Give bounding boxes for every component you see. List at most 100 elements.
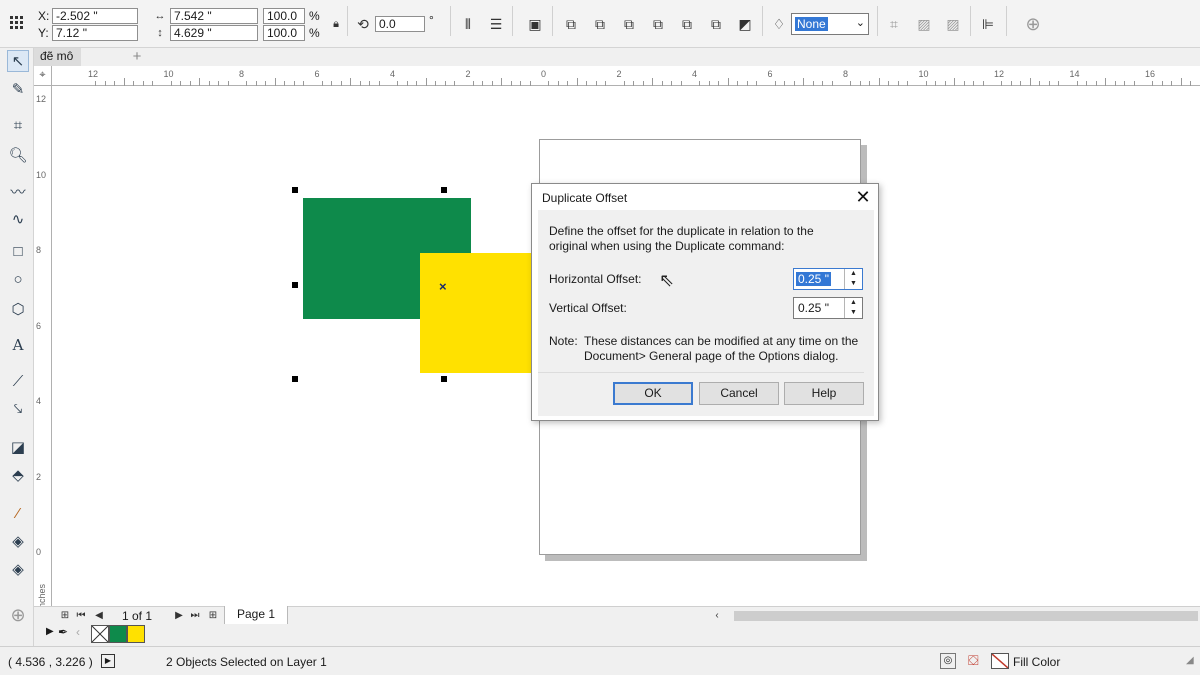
connector-tool-icon[interactable]: ⤥ <box>7 398 29 420</box>
first-page-icon[interactable]: ⏮ <box>74 608 88 624</box>
color-proof-icon[interactable]: ◎ <box>940 653 956 669</box>
spin-arrows: ▲ ▼ <box>844 298 862 318</box>
outline-width-value: None <box>795 17 828 31</box>
boundary-icon[interactable]: ◩ <box>736 15 754 33</box>
scroll-left-icon[interactable]: ‹ <box>710 608 724 624</box>
crop-tool-icon[interactable]: ⌗ <box>7 114 29 136</box>
help-button[interactable]: Help <box>784 382 864 405</box>
palette-menu-icon[interactable]: ▶ <box>46 626 54 637</box>
scrollbar-thumb[interactable] <box>734 611 1198 621</box>
horizontal-offset-value[interactable]: 0.25 " <box>796 272 831 286</box>
pick-tool-icon[interactable]: ↖ <box>7 50 29 72</box>
simplify-icon[interactable]: ⧉ <box>649 15 667 33</box>
ruler-origin-icon[interactable]: ⌖ <box>34 66 52 86</box>
spin-up-icon[interactable]: ▲ <box>845 298 862 308</box>
previous-page-icon[interactable]: ◀ <box>92 608 106 624</box>
close-icon[interactable]: ✕ <box>852 186 874 208</box>
horizontal-ruler[interactable]: 12 10 8 6 4 2 0 2 4 6 8 10 12 14 16 <box>52 66 1200 86</box>
dialog-title: Duplicate Offset <box>542 191 628 205</box>
scale-x-field[interactable]: 100.0 <box>263 8 305 24</box>
zoom-tool-icon[interactable]: 🔍︎ <box>7 144 29 166</box>
back-minus-front-icon[interactable]: ⧉ <box>707 15 725 33</box>
selection-handle[interactable] <box>292 376 298 382</box>
parallel-dimension-icon[interactable]: ⟋ <box>7 370 29 392</box>
vertical-offset-stepper[interactable]: 0.25 " ▲ ▼ <box>793 297 863 319</box>
resize-grip-icon[interactable]: ◢ <box>1186 655 1194 666</box>
add-tool-icon[interactable]: ⊕ <box>7 604 29 626</box>
horizontal-offset-label: Horizontal Offset: <box>549 272 642 286</box>
lock-ratio-icon[interactable]: 🔒︎ <box>327 15 345 33</box>
shape-tool-icon[interactable]: ✎ <box>7 78 29 100</box>
convert-icon[interactable]: ▨ <box>944 15 962 33</box>
polygon-tool-icon[interactable]: ⬡ <box>7 298 29 320</box>
quick-trace-icon[interactable]: ⌗ <box>885 15 903 33</box>
horizontal-offset-stepper[interactable]: 0.25 " ▲ ▼ <box>793 268 863 290</box>
mirror-vertical-icon[interactable]: ☰ <box>487 15 505 33</box>
color-eyedropper-icon[interactable]: ⁄ <box>7 502 29 524</box>
cursor-coordinates: ( 4.536 , 3.226 ) <box>8 655 93 669</box>
vertical-ruler[interactable]: inches 12 10 8 6 4 2 0 <box>34 86 52 610</box>
freehand-tool-icon[interactable]: 〰 <box>7 180 29 202</box>
scroll-palette-left-icon[interactable]: ‹ <box>76 625 80 639</box>
no-fill-swatch[interactable] <box>91 625 109 643</box>
group-icon[interactable]: ▣ <box>526 15 544 33</box>
intersect-icon[interactable]: ⧉ <box>620 15 638 33</box>
next-page-icon[interactable]: ▶ <box>172 608 186 624</box>
rotate-icon: ⟲ <box>357 15 369 32</box>
add-document-tab[interactable]: + <box>128 48 146 66</box>
smart-fill-icon[interactable]: ◈ <box>7 558 29 580</box>
green-swatch[interactable] <box>109 625 127 643</box>
ruler-tick-label: 2 <box>616 69 622 79</box>
yellow-swatch[interactable] <box>127 625 145 643</box>
ok-button[interactable]: OK <box>613 382 693 405</box>
x-position-field[interactable]: -2.502 " <box>52 8 138 24</box>
mirror-horizontal-icon[interactable]: ⫴ <box>459 15 477 33</box>
divider <box>538 372 864 373</box>
spin-up-icon[interactable]: ▲ <box>845 269 862 279</box>
artistic-media-icon[interactable]: ∿ <box>7 208 29 230</box>
selection-handle[interactable] <box>441 187 447 193</box>
play-icon[interactable]: ▶ <box>101 654 115 668</box>
weld-icon[interactable]: ⧉ <box>562 15 580 33</box>
interactive-fill-icon[interactable]: ◈ <box>7 530 29 552</box>
text-tool-icon[interactable]: A <box>7 334 29 356</box>
page-tab[interactable]: Page 1 <box>224 606 289 625</box>
drop-shadow-icon[interactable]: ◪ <box>7 436 29 458</box>
rotation-field[interactable]: 0.0 <box>375 16 425 32</box>
document-tab[interactable]: đẽ mô <box>34 48 82 66</box>
create-boundary-icon[interactable]: ▨ <box>915 15 933 33</box>
selection-handle[interactable] <box>292 187 298 193</box>
ruler-tick-label: 8 <box>843 69 849 79</box>
height-field[interactable]: 4.629 " <box>170 25 258 41</box>
trim-icon[interactable]: ⧉ <box>591 15 609 33</box>
add-icon[interactable]: ⊕ <box>1024 14 1042 34</box>
last-page-icon[interactable]: ⏭ <box>188 608 202 624</box>
y-position-field[interactable]: 7.12 " <box>52 25 138 41</box>
vertical-offset-value[interactable]: 0.25 " <box>796 301 831 315</box>
ruler-tick-label: 0 <box>36 547 42 557</box>
ellipse-tool-icon[interactable]: ○ <box>7 268 29 290</box>
horizontal-scrollbar[interactable] <box>726 609 1200 623</box>
spin-down-icon[interactable]: ▼ <box>845 308 862 318</box>
rectangle-tool-icon[interactable]: □ <box>7 240 29 262</box>
eyedropper-icon[interactable]: ✒ <box>58 625 68 639</box>
fill-bucket-icon[interactable]: ⛋ <box>968 652 979 669</box>
mouse-cursor-icon: ⇖ <box>659 270 675 290</box>
transparency-tool-icon[interactable]: ⬘ <box>7 464 29 486</box>
ruler-tick-label: 6 <box>36 320 42 331</box>
outline-width-select[interactable]: None ⌄ <box>791 13 869 35</box>
spin-down-icon[interactable]: ▼ <box>845 279 862 289</box>
add-page-after-icon[interactable]: ⊞ <box>206 608 220 624</box>
scale-y-field[interactable]: 100.0 <box>263 25 305 41</box>
width-field[interactable]: 7.542 " <box>170 8 258 24</box>
rotation-center-icon[interactable]: × <box>439 279 447 294</box>
align-distribute-icon[interactable]: ⊫ <box>979 15 997 33</box>
add-page-before-icon[interactable]: ⊞ <box>58 608 72 624</box>
object-origin-icon[interactable] <box>8 14 26 32</box>
percent-label: % <box>309 9 320 23</box>
selection-handle[interactable] <box>441 376 447 382</box>
cancel-button[interactable]: Cancel <box>699 382 779 405</box>
front-minus-back-icon[interactable]: ⧉ <box>678 15 696 33</box>
selection-handle[interactable] <box>292 282 298 288</box>
ruler-tick-mark <box>727 78 729 86</box>
